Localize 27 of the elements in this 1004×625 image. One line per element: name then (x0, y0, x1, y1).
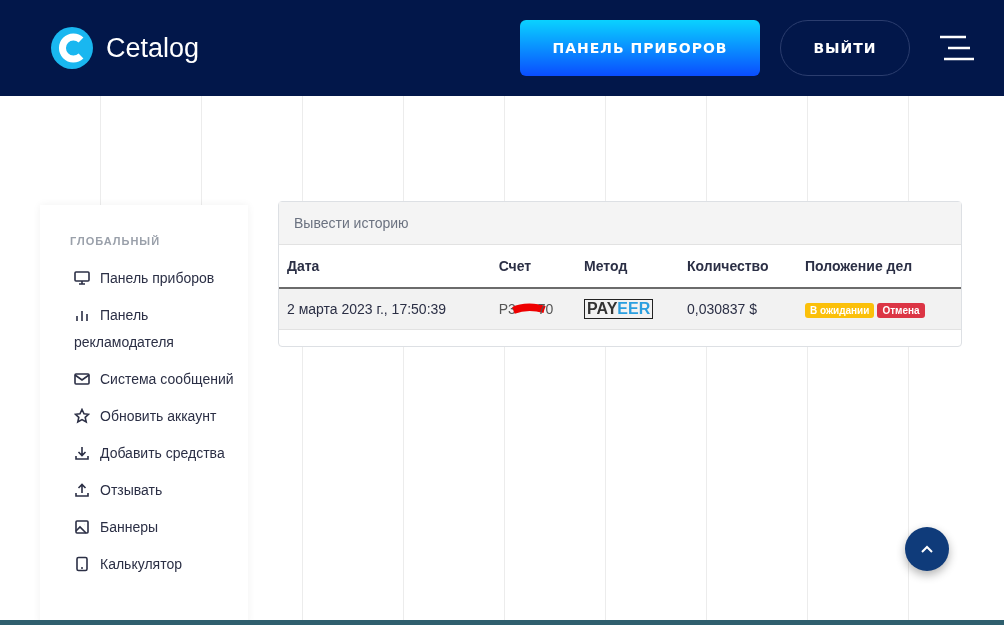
star-icon (74, 408, 90, 424)
upload-icon (74, 482, 90, 498)
sidebar-item[interactable]: Обновить аккаунт (74, 403, 248, 430)
payeer-logo: PAYEER (584, 299, 654, 319)
mail-icon (74, 371, 90, 387)
sidebar-item[interactable]: Баннеры (74, 514, 248, 541)
brand-name: Cetalog (106, 32, 200, 64)
status-badge: Отмена (877, 302, 925, 318)
status-badge: В ожидании (804, 302, 875, 318)
sidebar-item[interactable]: Панель приборов (74, 265, 248, 292)
sidebar-item[interactable]: Калькулятор (74, 551, 248, 578)
sidebar-item[interactable]: Система сообщений (74, 366, 248, 393)
sidebar-item[interactable]: Панель рекламодателя (74, 302, 248, 356)
download-icon (74, 445, 90, 461)
logo-icon (50, 26, 94, 70)
table-cell: 2 марта 2023 г., 17:50:39 (279, 288, 491, 330)
card-title: Вывести историю (279, 202, 961, 245)
scroll-top-button[interactable] (905, 527, 949, 571)
section-title: ГЛОБАЛЬНЫЙ (70, 235, 162, 247)
sidebar-item[interactable]: Отзывать (74, 477, 248, 504)
monitor-icon (74, 270, 90, 286)
tablet-icon (74, 556, 90, 572)
table-cell: 0,030837 $ (679, 288, 797, 330)
caret-icon (921, 545, 933, 553)
sidebar-item[interactable]: Добавить средства (74, 440, 248, 467)
image-icon (74, 519, 90, 535)
menu-icon[interactable] (940, 35, 974, 61)
